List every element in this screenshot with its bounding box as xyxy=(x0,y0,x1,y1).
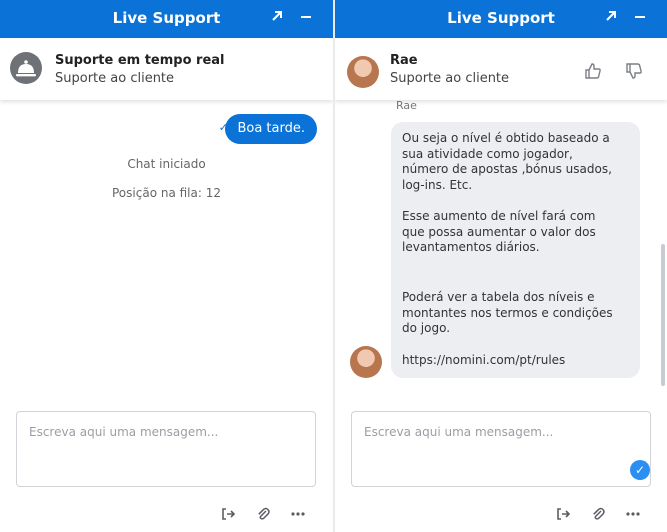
message-input[interactable]: Escreva aqui uma mensagem... ✓ xyxy=(351,411,651,487)
chat-header: Suporte em tempo real Suporte ao cliente xyxy=(0,38,333,100)
send-icon[interactable]: ✓ xyxy=(630,460,650,480)
chat-header: Rae Suporte ao cliente xyxy=(335,38,667,100)
agent-avatar xyxy=(350,346,382,378)
message-link[interactable]: https://nomini.com/pt/rules xyxy=(402,353,614,369)
more-icon[interactable] xyxy=(623,506,643,526)
system-message: Chat iniciado xyxy=(127,157,206,171)
thumbs-up-icon[interactable] xyxy=(582,61,604,81)
sender-label: Rae xyxy=(396,99,417,112)
agent-subtitle: Suporte ao cliente xyxy=(390,71,510,86)
expand-icon[interactable] xyxy=(266,7,288,29)
exit-icon[interactable] xyxy=(218,506,238,526)
chat-window-left: Live Support Suporte em tempo real Supor… xyxy=(0,0,333,532)
minimize-icon[interactable] xyxy=(629,7,651,29)
incoming-message: Ou seja o nível é obtido baseado a sua a… xyxy=(391,122,640,378)
titlebar: Live Support xyxy=(0,0,333,38)
titlebar: Live Support xyxy=(335,0,667,38)
message-placeholder: Escreva aqui uma mensagem... xyxy=(364,425,554,439)
message-paragraph: Ou seja o nível é obtido baseado a sua a… xyxy=(402,131,612,192)
chat-subtitle: Suporte ao cliente xyxy=(55,71,175,86)
thumbs-down-icon[interactable] xyxy=(623,61,645,81)
queue-position: Posição na fila: 12 xyxy=(112,186,221,200)
concierge-bell-icon xyxy=(10,52,42,84)
message-paragraph: Esse aumento de nível fará com que possa… xyxy=(402,209,596,254)
agent-avatar xyxy=(347,56,379,88)
message-paragraph: Poderá ver a tabela dos níveis e montant… xyxy=(402,290,613,335)
message-input[interactable]: Escreva aqui uma mensagem... xyxy=(16,411,316,487)
minimize-icon[interactable] xyxy=(295,7,317,29)
expand-icon[interactable] xyxy=(600,7,622,29)
exit-icon[interactable] xyxy=(553,506,573,526)
more-icon[interactable] xyxy=(288,506,308,526)
scrollbar[interactable] xyxy=(661,244,665,386)
message-placeholder: Escreva aqui uma mensagem... xyxy=(29,425,219,439)
paperclip-icon[interactable] xyxy=(253,506,273,526)
paperclip-icon[interactable] xyxy=(588,506,608,526)
chat-window-right: Live Support Rae Suporte ao cliente Rae … xyxy=(335,0,667,532)
agent-name: Rae xyxy=(390,53,418,68)
chat-title: Suporte em tempo real xyxy=(55,53,225,68)
outgoing-message: Boa tarde. xyxy=(225,114,317,144)
